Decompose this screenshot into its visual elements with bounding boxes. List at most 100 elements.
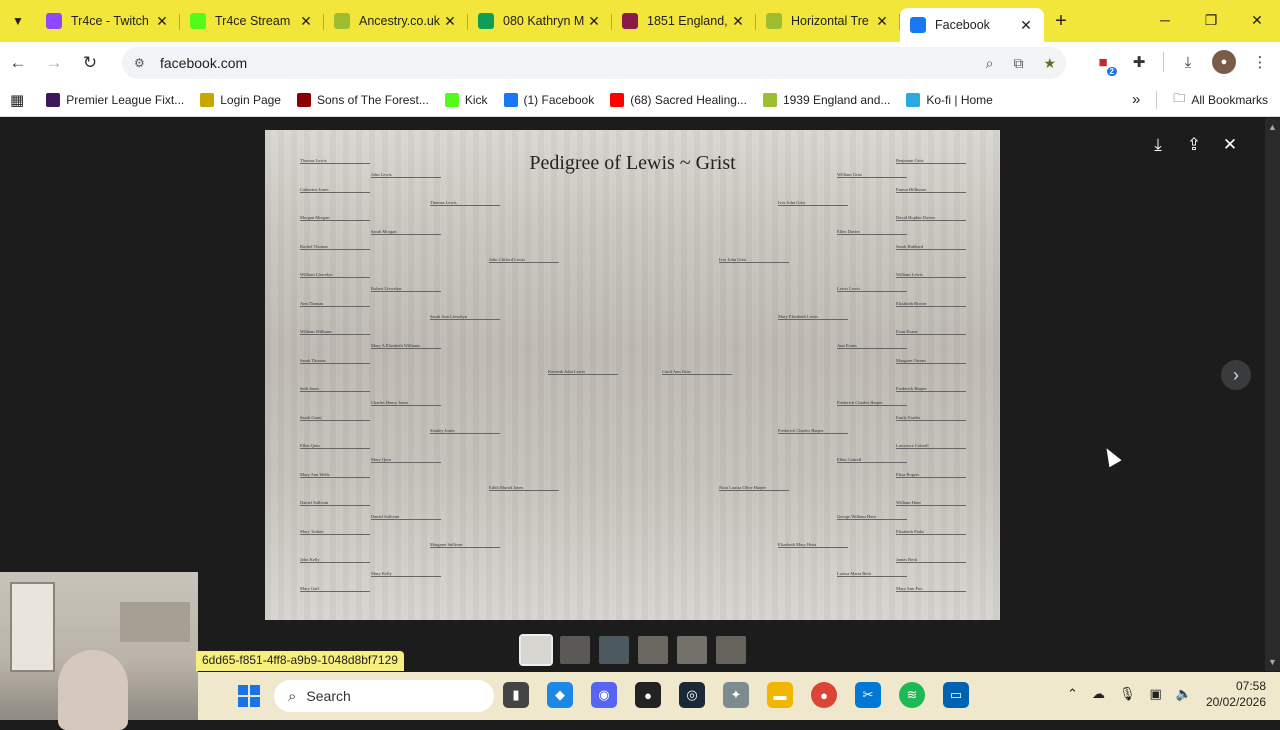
pedigree-person: Ivor John Grist <box>719 257 789 263</box>
thumbnail[interactable] <box>519 634 553 666</box>
zoom-icon[interactable]: ⌕ <box>986 55 994 72</box>
download-icon[interactable]: ⤓ <box>1148 135 1168 155</box>
steam-icon[interactable]: ◎ <box>679 682 705 708</box>
tab-twitch[interactable]: Tr4ce - Twitch ✕ <box>36 5 180 37</box>
tab-strip: ▼ Tr4ce - Twitch ✕ Tr4ce Stream ✕ Ancest… <box>0 0 1280 42</box>
scroll-up-icon[interactable]: ▲ <box>1268 122 1277 132</box>
snipping-icon[interactable]: ✂ <box>855 682 881 708</box>
remote-desktop-icon[interactable]: ▭ <box>943 682 969 708</box>
obs-icon[interactable]: ● <box>635 682 661 708</box>
tab-sheets[interactable]: 080 Kathryn M ✕ <box>468 5 612 37</box>
pedigree-person: Elizabeth Parke <box>896 529 966 535</box>
profile-avatar[interactable]: ● <box>1212 50 1236 74</box>
pedigree-person: Kenneth John Lewis <box>548 369 618 375</box>
apps-grid-icon[interactable]: ▦ <box>10 91 24 109</box>
scrollbar[interactable]: ▲ ▼ <box>1265 118 1280 671</box>
address-bar[interactable]: ⚙ facebook.com ⌕ ⧉ ★ <box>122 47 1066 79</box>
bookmark-item[interactable]: Kick <box>444 92 488 107</box>
restore-icon[interactable]: ❐ <box>1188 0 1234 40</box>
bookmark-item[interactable]: 1939 England and... <box>762 92 890 107</box>
extensions-puzzle-icon[interactable]: ✚ <box>1127 50 1151 74</box>
close-tab-icon[interactable]: ✕ <box>586 13 602 30</box>
new-tab-button[interactable]: + <box>1044 10 1078 33</box>
pedigree-person: Carol Ann Grist <box>662 369 732 375</box>
discord-icon[interactable]: ◉ <box>591 682 617 708</box>
speaker-icon[interactable]: 🔈 <box>1176 686 1192 702</box>
close-tab-icon[interactable]: ✕ <box>874 13 890 30</box>
tab-kick[interactable]: Tr4ce Stream ✕ <box>180 5 324 37</box>
forward-button[interactable]: → <box>36 53 72 73</box>
bookmark-item[interactable]: Sons of The Forest... <box>296 92 429 107</box>
bookmark-item[interactable]: Premier League Fixt... <box>46 92 184 107</box>
spotify-icon[interactable]: ≋ <box>899 682 925 708</box>
back-button[interactable]: ← <box>0 53 36 73</box>
bookmark-label: Ko-fi | Home <box>926 92 993 107</box>
tool-icon[interactable]: ✦ <box>723 682 749 708</box>
microphone-icon[interactable]: 🎙 <box>1119 686 1136 702</box>
close-icon[interactable]: ✕ <box>1234 0 1280 40</box>
thumbnail[interactable] <box>560 636 590 664</box>
tab-record[interactable]: 1851 England, ✕ <box>612 5 756 37</box>
tab-leaf[interactable]: Horizontal Tre ✕ <box>756 5 900 37</box>
close-tab-icon[interactable]: ✕ <box>298 13 314 30</box>
pedigree-person: David Hopkin Davies <box>896 215 966 221</box>
extension-icon[interactable]: ■ 2 <box>1091 50 1117 76</box>
all-bookmarks-button[interactable]: 🗀 All Bookmarks <box>1173 89 1268 110</box>
pedigree-person: Seth Jones <box>300 386 370 392</box>
close-tab-icon[interactable]: ✕ <box>730 13 746 30</box>
webcam-overlay <box>0 572 198 730</box>
download-icon[interactable]: ⤓ <box>1176 50 1200 74</box>
pedigree-person: William Llewelyn <box>300 272 370 278</box>
url-text[interactable]: facebook.com <box>160 55 247 71</box>
pedigree-person: Robert Llewelyn <box>371 286 441 292</box>
minimize-icon[interactable]: ─ <box>1142 0 1188 40</box>
pedigree-photo[interactable]: Pedigree of Lewis ~ Grist Thomas Lewis Ca… <box>265 130 1000 620</box>
close-viewer-icon[interactable]: ✕ <box>1220 135 1240 155</box>
copilot-icon[interactable]: ◆ <box>547 682 573 708</box>
thumbnail[interactable] <box>599 636 629 664</box>
file-icon[interactable]: ▮ <box>503 682 529 708</box>
display-icon[interactable]: ▣ <box>1149 686 1161 702</box>
start-button[interactable] <box>238 685 260 707</box>
thumbnail[interactable] <box>677 636 707 664</box>
bookmark-label: (68) Sacred Healing... <box>630 92 747 107</box>
bookmark-item[interactable]: Login Page <box>200 92 281 107</box>
pedigree-person: Evan Evans <box>896 329 966 335</box>
reload-button[interactable]: ↻ <box>72 53 108 73</box>
more-bookmarks-button[interactable]: » <box>1132 91 1140 108</box>
bookmark-item[interactable]: Ko-fi | Home <box>906 92 993 107</box>
menu-icon[interactable]: ⋮ <box>1248 50 1272 74</box>
thumbnail[interactable] <box>638 636 668 664</box>
site-info-icon[interactable]: ⚙ <box>134 56 148 70</box>
pedigree-person: Lewis Lewis <box>837 286 907 292</box>
close-tab-icon[interactable]: ✕ <box>442 13 458 30</box>
bookmark-label: (1) Facebook <box>523 92 595 107</box>
pedigree-person: Frederick Harper <box>896 386 966 392</box>
install-app-icon[interactable]: ⧉ <box>1013 55 1023 72</box>
pedigree-person: Charles Henry Jones <box>371 400 441 406</box>
bookmark-item[interactable]: (68) Sacred Healing... <box>610 92 747 107</box>
pedigree-person: Elizabeth Mary Hunt <box>778 542 848 548</box>
chrome-icon[interactable]: ● <box>811 682 837 708</box>
share-icon[interactable]: ⇪ <box>1184 135 1204 155</box>
tab-title: Ancestry.co.uk <box>359 14 441 28</box>
tab-facebook[interactable]: Facebook ✕ <box>900 8 1044 42</box>
chevron-up-icon[interactable]: ⌃ <box>1067 686 1078 702</box>
next-photo-button[interactable]: › <box>1221 360 1251 390</box>
cloud-icon[interactable]: ☁ <box>1092 686 1105 702</box>
bookmark-item[interactable]: (1) Facebook <box>503 92 595 107</box>
scroll-down-icon[interactable]: ▼ <box>1268 657 1277 667</box>
date: 20/02/2026 <box>1205 695 1266 709</box>
taskbar-search[interactable]: ⌕ Search <box>274 680 494 712</box>
tab-leaf[interactable]: Ancestry.co.uk ✕ <box>324 5 468 37</box>
tab-search-button[interactable]: ▼ <box>0 6 36 36</box>
close-tab-icon[interactable]: ✕ <box>154 13 170 30</box>
bookmark-label: Sons of The Forest... <box>316 92 429 107</box>
clock[interactable]: 07:58 20/02/2026 <box>1206 678 1266 710</box>
folder-icon[interactable]: ▬ <box>767 682 793 708</box>
thumbnail[interactable] <box>716 636 746 664</box>
pedigree-person: Frederick Charles Harper <box>837 400 907 406</box>
close-tab-icon[interactable]: ✕ <box>1018 17 1034 34</box>
browser-toolbar: ← → ↻ ⚙ facebook.com ⌕ ⧉ ★ ■ 2 ✚ ⤓ ● ⋮ <box>0 42 1280 83</box>
bookmark-star-icon[interactable]: ★ <box>1043 55 1056 72</box>
